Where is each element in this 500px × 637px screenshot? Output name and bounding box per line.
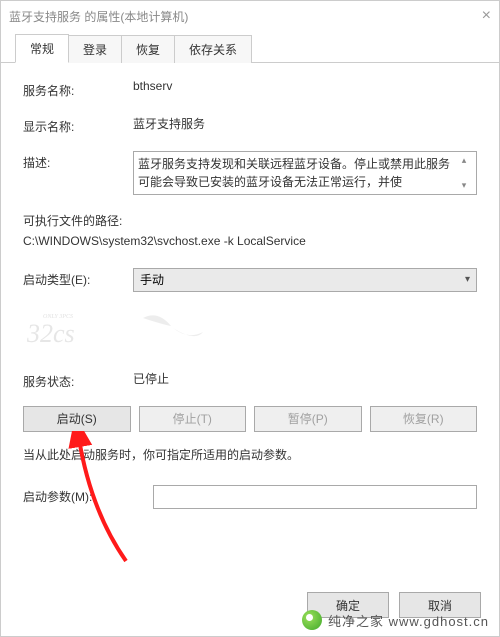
- tab-general[interactable]: 常规: [15, 34, 69, 63]
- tab-recovery[interactable]: 恢复: [121, 35, 175, 63]
- tab-strip: 常规 登录 恢复 依存关系: [1, 35, 499, 63]
- svg-text:ONLY 3PCS: ONLY 3PCS: [43, 314, 73, 320]
- ok-button[interactable]: 确定: [307, 592, 389, 618]
- label-description: 描述:: [23, 151, 133, 171]
- tab-logon[interactable]: 登录: [68, 35, 122, 63]
- close-icon[interactable]: ×: [482, 7, 491, 25]
- value-exe-path: C:\WINDOWS\system32\svchost.exe -k Local…: [23, 231, 477, 251]
- value-service-status: 已停止: [133, 370, 477, 387]
- scroll-up-icon[interactable]: ▴: [456, 155, 472, 166]
- description-scroll[interactable]: ▴ ▾: [456, 155, 472, 191]
- label-startup-type: 启动类型(E):: [23, 268, 133, 288]
- label-startup-param: 启动参数(M):: [23, 485, 153, 505]
- titlebar: 蓝牙支持服务 的属性(本地计算机) ×: [1, 1, 499, 31]
- value-description: 蓝牙服务支持发现和关联远程蓝牙设备。停止或禁用此服务可能会导致已安装的蓝牙设备无…: [138, 155, 456, 191]
- label-service-name: 服务名称:: [23, 79, 133, 99]
- value-service-name: bthserv: [133, 79, 477, 93]
- tab-content-general: 服务名称: bthserv 显示名称: 蓝牙支持服务 描述: 蓝牙服务支持发现和…: [1, 63, 499, 541]
- resume-button: 恢复(R): [370, 406, 478, 432]
- stop-button: 停止(T): [139, 406, 247, 432]
- decorative-watermark: 32cs ONLY 3PCS: [23, 308, 477, 356]
- chevron-down-icon: ▾: [465, 274, 470, 285]
- dialog-buttons: 确定 取消: [307, 592, 481, 618]
- cancel-button[interactable]: 取消: [399, 592, 481, 618]
- window-title: 蓝牙支持服务 的属性(本地计算机): [9, 8, 188, 25]
- start-button[interactable]: 启动(S): [23, 406, 131, 432]
- tab-dependencies[interactable]: 依存关系: [174, 35, 252, 63]
- svg-text:32cs: 32cs: [26, 319, 75, 348]
- properties-dialog: 蓝牙支持服务 的属性(本地计算机) × 常规 登录 恢复 依存关系 服务名称: …: [0, 0, 500, 637]
- service-control-buttons: 启动(S) 停止(T) 暂停(P) 恢复(R): [23, 406, 477, 432]
- startup-hint: 当从此处启动服务时，你可指定所适用的启动参数。: [23, 446, 477, 463]
- startup-type-select[interactable]: 手动 ▾: [133, 268, 477, 292]
- value-display-name: 蓝牙支持服务: [133, 115, 477, 132]
- value-startup-type: 手动: [140, 271, 164, 288]
- scroll-down-icon[interactable]: ▾: [456, 180, 472, 191]
- label-display-name: 显示名称:: [23, 115, 133, 135]
- label-exe-path: 可执行文件的路径:: [23, 211, 477, 231]
- startup-param-input[interactable]: [153, 485, 477, 509]
- pause-button: 暂停(P): [254, 406, 362, 432]
- exe-path-block: 可执行文件的路径: C:\WINDOWS\system32\svchost.ex…: [23, 211, 477, 252]
- description-box: 蓝牙服务支持发现和关联远程蓝牙设备。停止或禁用此服务可能会导致已安装的蓝牙设备无…: [133, 151, 477, 195]
- label-service-status: 服务状态:: [23, 370, 133, 390]
